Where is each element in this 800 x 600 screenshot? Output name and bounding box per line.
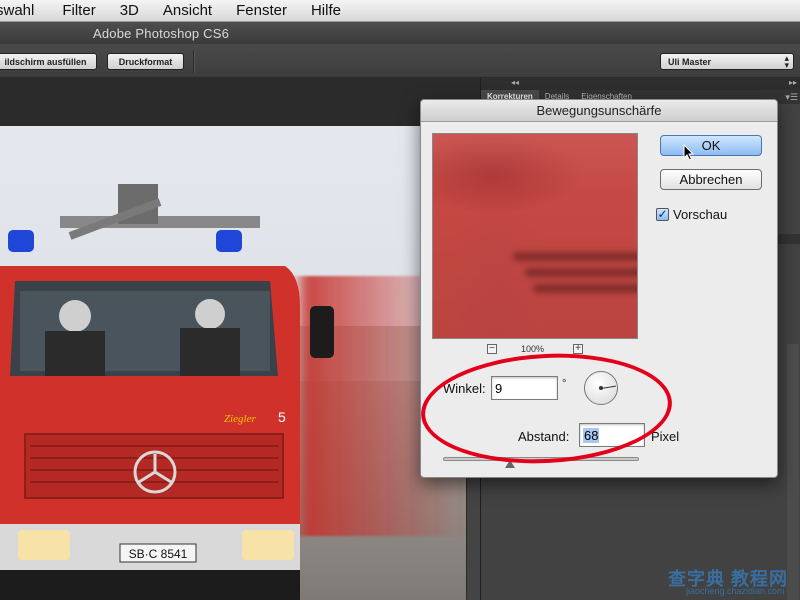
mouse-pointer-icon [683,144,695,161]
brand-lettering: Ziegler [224,413,256,425]
panel-scrollbar[interactable] [787,344,799,600]
print-size-button[interactable]: Druckformat [107,53,184,70]
zoom-value: 100% [521,344,545,354]
cancel-button[interactable]: Abbrechen [660,169,762,190]
options-bar: ildschirm ausfüllen Druckformat Uli Mast… [0,44,800,78]
watermark: 查字典 教程网 jiaocheng.chazidian.com [660,565,800,600]
panel-dock-header: ◂◂ ▸▸ [481,78,800,90]
preview-checkbox-label: Vorschau [673,206,728,222]
panel-menu-icon[interactable]: ▾☰ [785,92,798,103]
updown-arrows-icon: ▴ ▾ [784,53,789,70]
dialog-title: Bewegungsunschärfe [421,100,777,122]
document-tab-strip [0,78,480,126]
zoom-in-icon[interactable]: + [573,344,583,354]
preview-streak [513,252,637,261]
unit-number: 5 [278,409,286,425]
preview-toggle[interactable]: ✓ Vorschau [656,206,727,222]
fire-truck-photo: SB·C 8541 Ziegler 5 [0,126,466,600]
toolbar-divider [193,50,194,73]
menu-auswahl[interactable]: swahl [0,2,34,19]
zoom-out-icon[interactable]: − [487,344,497,354]
menu-hilfe[interactable]: Hilfe [311,2,341,19]
workspace-select[interactable]: Uli Master ▴ ▾ [660,53,794,70]
preview-streak [525,268,637,277]
document-canvas[interactable]: SB·C 8541 Ziegler 5 [0,126,466,600]
app-title-bar: Adobe Photoshop CS6 [0,22,800,44]
preview-checkbox[interactable]: ✓ [656,207,669,221]
menu-3d[interactable]: 3D [120,2,139,19]
filter-preview[interactable] [432,133,638,339]
distance-unit: Pixel [651,429,680,444]
fill-screen-button[interactable]: ildschirm ausfüllen [0,53,97,70]
menu-ansicht[interactable]: Ansicht [163,2,212,19]
workspace-label: Uli Master [668,57,712,67]
app-title: Adobe Photoshop CS6 [93,26,230,41]
menu-fenster[interactable]: Fenster [236,2,287,19]
watermark-url: jiaocheng.chazidian.com [686,586,785,596]
ok-button[interactable]: OK [660,135,762,156]
collapse-right-icon[interactable]: ▸▸ [789,78,797,87]
preview-streak [533,284,637,293]
license-plate: SB·C 8541 [129,547,188,561]
collapse-left-icon[interactable]: ◂◂ [511,78,519,87]
menu-bar: swahl Filter 3D Ansicht Fenster Hilfe [0,0,800,22]
menu-filter[interactable]: Filter [62,2,95,19]
